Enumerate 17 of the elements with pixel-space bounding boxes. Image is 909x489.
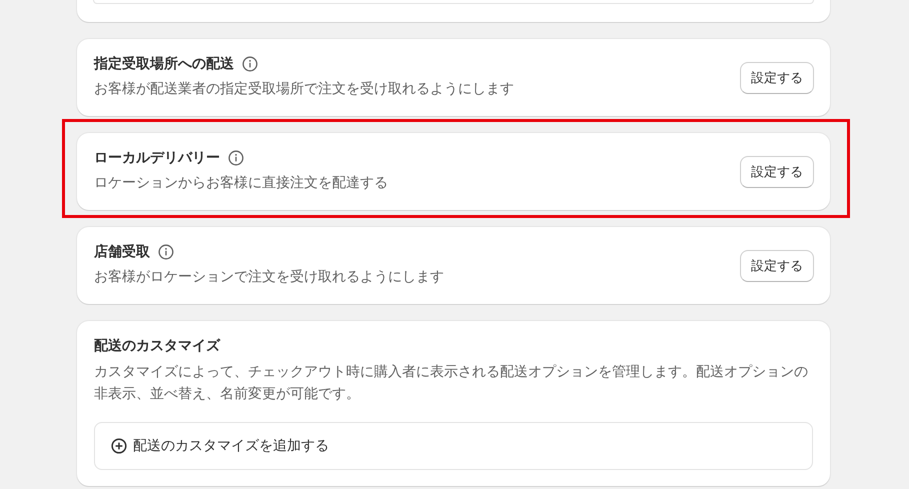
add-customization-button[interactable]: 配送のカスタマイズを追加する xyxy=(94,422,813,470)
setup-button[interactable]: 設定する xyxy=(740,250,814,282)
card-title: 指定受取場所への配送 xyxy=(94,55,234,73)
info-icon[interactable] xyxy=(228,150,244,166)
card-description: お客様が配送業者の指定受取場所で注文を受け取れるようにします xyxy=(94,80,514,99)
setup-button[interactable]: 設定する xyxy=(740,156,814,188)
card-title: 店舗受取 xyxy=(94,243,150,261)
add-icon xyxy=(111,438,127,454)
info-icon[interactable] xyxy=(242,56,258,72)
card-description: カスタマイズによって、チェックアウト時に購入者に表示される配送オプションを管理します。配送オプションの非表示、並べ替え、名前変更が可能です。 xyxy=(94,363,809,404)
card-title: 配送のカスタマイズ xyxy=(94,337,220,355)
info-icon[interactable] xyxy=(158,244,174,260)
setup-button[interactable]: 設定する xyxy=(740,62,814,94)
card-description: ロケーションからお客様に直接注文を配達する xyxy=(94,174,388,193)
card-title: ローカルデリバリー xyxy=(94,149,220,167)
card-description: お客様がロケーションで注文を受け取れるようにします xyxy=(94,268,444,287)
button-label: 配送のカスタマイズを追加する xyxy=(133,437,329,455)
